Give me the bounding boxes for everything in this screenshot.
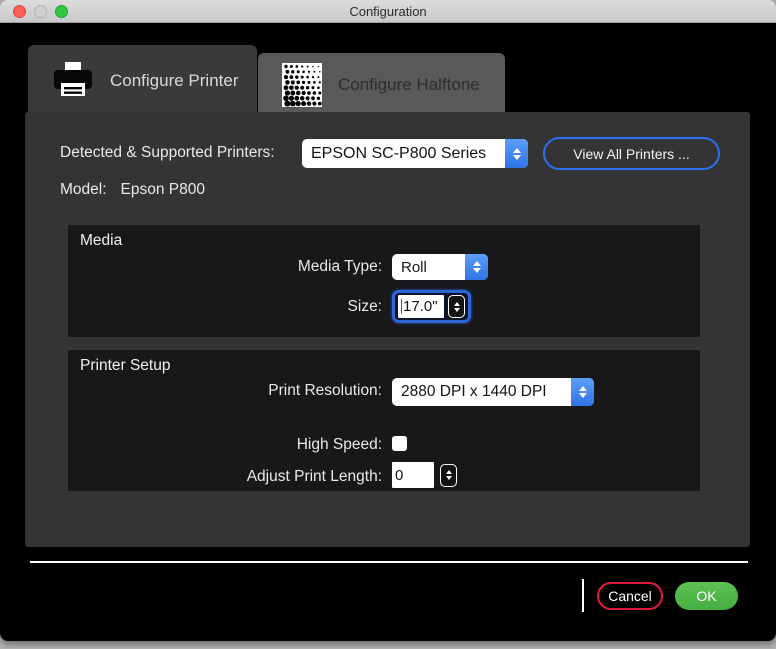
ok-button[interactable]: OK — [675, 582, 738, 610]
adjust-print-length-control: 0 — [392, 462, 457, 488]
detected-printers-row: Detected & Supported Printers: EPSON SC-… — [25, 137, 750, 170]
print-resolution-value: 2880 DPI x 1440 DPI — [401, 383, 547, 400]
high-speed-label: High Speed: — [296, 436, 382, 453]
window-title: Configuration — [349, 4, 427, 19]
titlebar: Configuration — [0, 0, 776, 23]
high-speed-checkbox[interactable] — [392, 436, 407, 451]
adjust-length-stepper-icon[interactable] — [440, 463, 457, 487]
size-stepper-field[interactable]: 17.0" — [392, 290, 471, 323]
tab-configure-halftone[interactable]: Configure Halftone — [258, 53, 505, 117]
printer-setup-title: Printer Setup — [80, 357, 171, 374]
halftone-icon — [282, 63, 322, 107]
media-section: Media Media Type: Roll Size: 17.0" — [68, 225, 700, 337]
model-value: Epson P800 — [120, 181, 205, 198]
size-stepper-icon[interactable] — [448, 295, 465, 318]
printer-select-value: EPSON SC-P800 Series — [311, 144, 487, 162]
text-caret — [401, 299, 402, 314]
popup-stepper-icon — [505, 139, 528, 168]
print-resolution-select[interactable]: 2880 DPI x 1440 DPI — [392, 378, 594, 406]
popup-stepper-icon — [571, 378, 594, 406]
configuration-window: Configuration Configure Halftone Configu… — [0, 0, 776, 641]
cancel-button[interactable]: Cancel — [597, 582, 663, 610]
adjust-print-length-label: Adjust Print Length: — [246, 468, 382, 485]
footer-divider — [582, 579, 584, 612]
printer-icon — [54, 62, 92, 96]
printer-setup-section: Printer Setup Print Resolution: 2880 DPI… — [68, 350, 700, 491]
footer-separator — [30, 561, 748, 563]
size-label: Size: — [347, 298, 382, 315]
tab-label: Configure Halftone — [338, 75, 480, 94]
model-row: Model: Epson P800 — [60, 181, 205, 199]
model-label: Model: — [60, 181, 107, 198]
media-type-select[interactable]: Roll — [392, 254, 488, 280]
adjust-print-length-input[interactable]: 0 — [392, 462, 434, 488]
detected-printers-label: Detected & Supported Printers: — [60, 144, 275, 161]
size-input[interactable]: 17.0" — [398, 295, 444, 318]
popup-stepper-icon — [465, 254, 488, 280]
view-all-printers-button[interactable]: View All Printers ... — [543, 137, 720, 170]
tab-configure-printer[interactable]: Configure Printer — [28, 45, 257, 117]
media-type-value: Roll — [401, 258, 427, 276]
tab-label: Configure Printer — [110, 71, 239, 90]
printer-select[interactable]: EPSON SC-P800 Series — [302, 139, 528, 168]
configure-printer-panel: Detected & Supported Printers: EPSON SC-… — [25, 112, 750, 547]
print-resolution-label: Print Resolution: — [268, 382, 382, 399]
media-section-title: Media — [80, 232, 123, 249]
media-type-label: Media Type: — [297, 258, 382, 275]
